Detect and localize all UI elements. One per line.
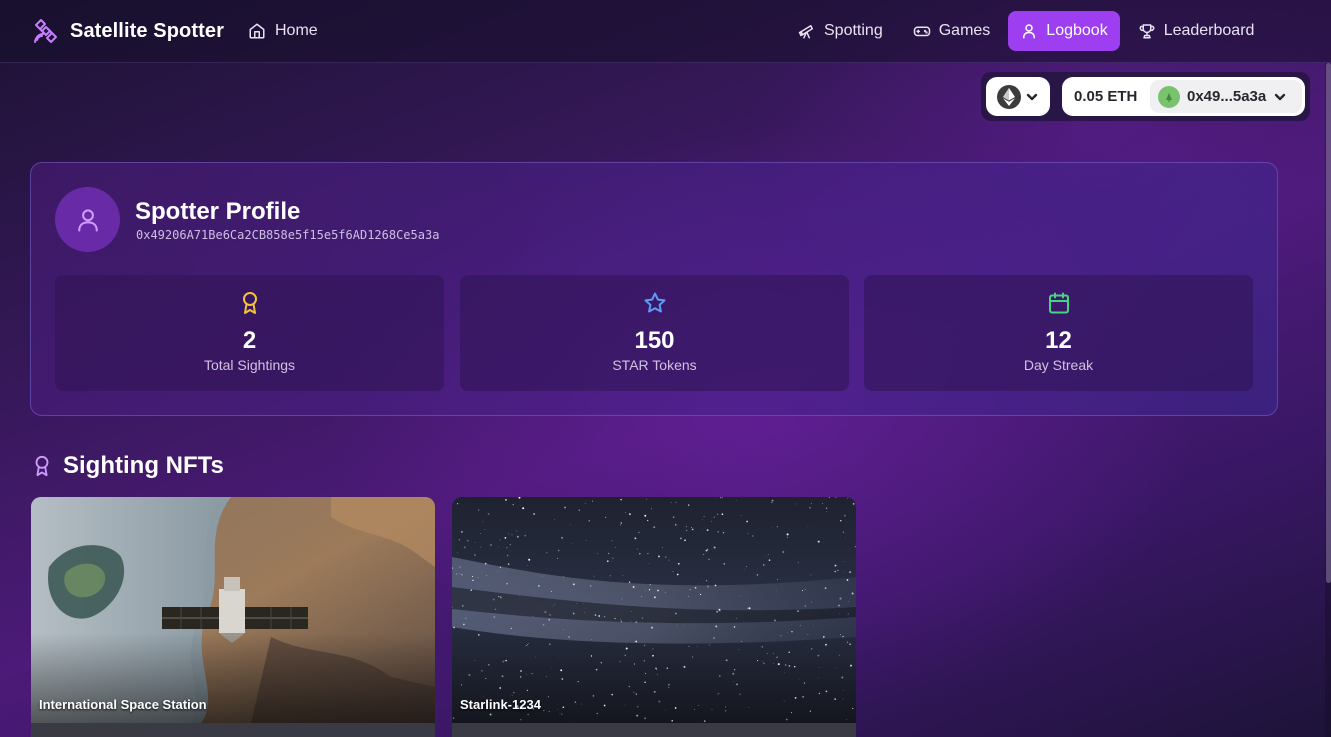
account-button[interactable]: 0.05 ETH 0x49...5a3a <box>1062 77 1305 116</box>
profile-avatar <box>55 187 120 252</box>
nav-item-leaderboard[interactable]: Leaderboard <box>1126 11 1267 51</box>
sighting-nfts-heading: Sighting NFTs <box>31 451 224 481</box>
stat-total-sightings: 2 Total Sightings <box>55 275 444 391</box>
chevron-down-icon <box>1275 93 1286 100</box>
award-icon <box>35 455 49 477</box>
account-address-pill[interactable]: 0x49...5a3a <box>1150 80 1302 113</box>
nft-name: International Space Station <box>39 697 207 712</box>
profile-wallet-address: 0x49206A71Be6Ca2CB858e5f15e5f6AD1268Ce5a… <box>136 228 440 242</box>
wallet-address-short: 0x49...5a3a <box>1187 88 1267 105</box>
calendar-icon <box>1048 292 1069 314</box>
ethereum-icon <box>997 84 1021 109</box>
nav-item-logbook[interactable]: Logbook <box>1008 11 1120 51</box>
nft-card-footer <box>452 723 856 737</box>
gamepad-icon <box>913 26 930 37</box>
wallet-balance: 0.05 ETH <box>1074 88 1138 105</box>
user-icon <box>77 208 98 232</box>
stat-label: Total Sightings <box>203 357 296 373</box>
nav-item-games[interactable]: Games <box>901 11 1003 51</box>
nav-item-label: Games <box>938 22 991 39</box>
brand-logo-link[interactable]: Satellite Spotter <box>32 16 224 46</box>
milky-way-image <box>452 497 856 723</box>
brand-name: Satellite Spotter <box>70 19 224 42</box>
chevron-down-icon <box>1026 93 1038 100</box>
nav-item-label: Logbook <box>1046 22 1108 39</box>
trophy-icon <box>1139 24 1155 39</box>
home-icon <box>249 23 265 39</box>
nav-home-label: Home <box>275 22 318 39</box>
nft-card-iss[interactable]: International Space Station <box>31 497 435 737</box>
stat-day-streak: 12 Day Streak <box>864 275 1253 391</box>
satellite-logo-icon <box>34 19 57 43</box>
profile-title: Spotter Profile <box>135 198 301 225</box>
top-navbar: Satellite Spotter Home Spotting Games Lo… <box>0 0 1331 63</box>
stat-value: 2 <box>242 327 257 354</box>
nft-name: Starlink-1234 <box>460 697 541 712</box>
star-icon <box>644 292 665 313</box>
nft-card-starlink[interactable]: Starlink-1234 <box>452 497 856 737</box>
wallet-connect-widget: 0.05 ETH 0x49...5a3a <box>981 72 1310 121</box>
nav-home-link[interactable]: Home <box>248 18 318 44</box>
stat-label: Day Streak <box>1023 357 1094 373</box>
nav-item-spotting[interactable]: Spotting <box>786 11 895 51</box>
spotter-profile-card: Spotter Profile 0x49206A71Be6Ca2CB858e5f… <box>30 162 1278 416</box>
stat-label: STAR Tokens <box>612 357 697 373</box>
iss-earth-image <box>31 497 435 723</box>
nav-item-label: Leaderboard <box>1163 22 1255 39</box>
section-title-label: Sighting NFTs <box>63 452 224 479</box>
nav-item-label: Spotting <box>824 22 883 39</box>
nft-card-footer <box>31 723 435 737</box>
award-icon <box>242 292 257 314</box>
chain-selector-button[interactable] <box>986 77 1050 116</box>
stat-value: 12 <box>1045 327 1072 354</box>
stat-value: 150 <box>634 327 675 354</box>
telescope-icon <box>798 25 813 39</box>
user-icon <box>1023 24 1036 39</box>
page-scrollbar-thumb[interactable] <box>1326 63 1331 583</box>
nav-links: Spotting Games Logbook Leaderboard <box>786 11 1266 51</box>
wallet-avatar-icon <box>1158 85 1180 108</box>
stat-star-tokens: 150 STAR Tokens <box>460 275 849 391</box>
